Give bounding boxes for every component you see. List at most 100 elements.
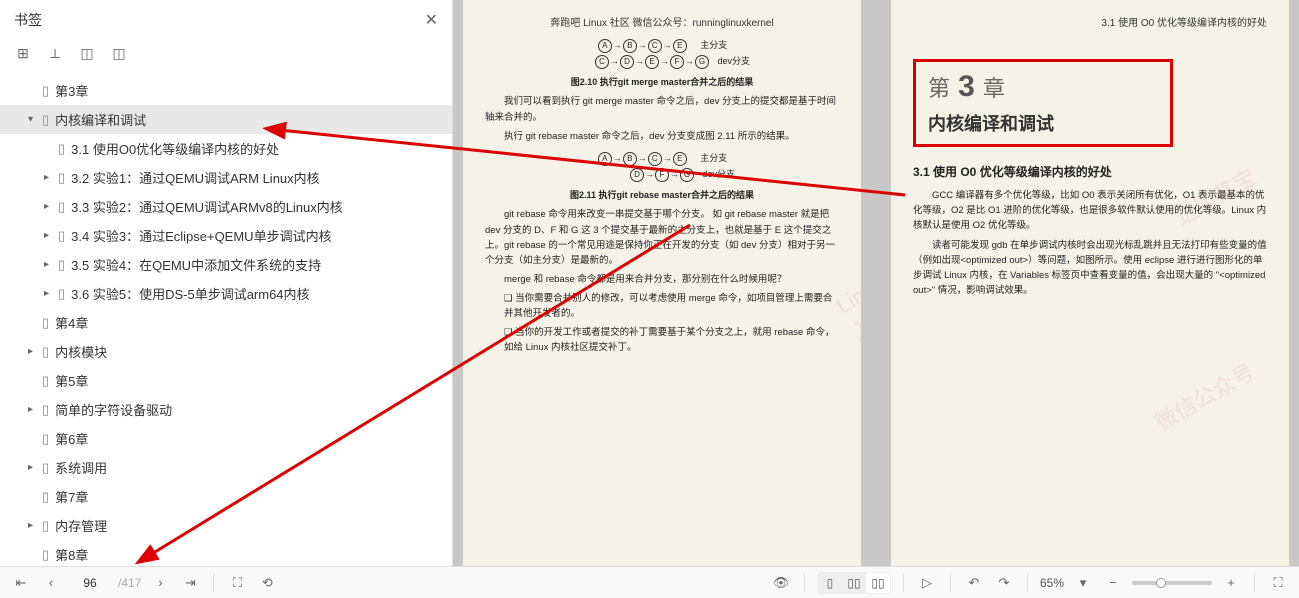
bookmark-icon: ▯ xyxy=(42,83,49,99)
chevron-icon[interactable]: ▸ xyxy=(28,520,42,531)
zoom-slider[interactable] xyxy=(1132,581,1212,585)
close-icon[interactable]: ✕ xyxy=(425,10,438,30)
pdf-viewport[interactable]: 奔跑吧 Linux 社区 微信公众号：runninglinuxkernel A→… xyxy=(453,0,1299,566)
bookmark-icon: ▯ xyxy=(58,228,65,244)
bookmark-icon: ▯ xyxy=(42,112,49,128)
bookmark-label: 系统调用 xyxy=(55,458,107,477)
chevron-icon[interactable]: ▸ xyxy=(28,346,42,357)
chevron-icon[interactable]: ▸ xyxy=(44,230,58,241)
first-page-icon[interactable]: ⇤ xyxy=(10,572,32,594)
bookmark-item[interactable]: ▯3.1 使用O0优化等级编译内核的好处 xyxy=(0,134,452,163)
reflow-icon[interactable]: ⟲ xyxy=(256,572,278,594)
bookmark-item[interactable]: ▾▯ 内核编译和调试 xyxy=(0,105,452,134)
bookmark-label: 内存管理 xyxy=(55,516,107,535)
bookmark-label: 3.6 实验5：使用DS-5单步调试arm64内核 xyxy=(71,284,309,303)
bookmark-label: 3.1 使用O0优化等级编译内核的好处 xyxy=(71,139,279,158)
bookmark-icon: ▯ xyxy=(42,547,49,563)
bookmark-label: 第8章 xyxy=(55,545,88,564)
sidebar-header: 书签 ✕ xyxy=(0,0,452,40)
bookmark-icon: ▯ xyxy=(42,489,49,505)
read-mode-icon[interactable]: 👁 xyxy=(770,572,792,594)
bookmark-icon: ▯ xyxy=(42,402,49,418)
zoom-dropdown-icon[interactable]: ▾ xyxy=(1072,572,1094,594)
rotate-left-icon[interactable]: ↶ xyxy=(963,572,985,594)
pdf-page-left: 奔跑吧 Linux 社区 微信公众号：runninglinuxkernel A→… xyxy=(463,0,861,566)
section-heading: 3.1 使用 O0 优化等级编译内核的好处 xyxy=(913,163,1267,180)
expand-icon[interactable]: ⟂ xyxy=(46,44,64,62)
sidebar-title: 书签 xyxy=(14,10,42,30)
chevron-icon[interactable]: ▸ xyxy=(28,462,42,473)
bookmark-label: 3.4 实验3：通过Eclipse+QEMU单步调试内核 xyxy=(71,226,331,245)
chapter-heading-box: 第 3 章 内核编译和调试 xyxy=(913,59,1173,147)
bookmark-label: 第6章 xyxy=(55,429,88,448)
last-page-icon[interactable]: ⇥ xyxy=(179,572,201,594)
bookmark-ribbons-icon[interactable]: ◫ xyxy=(110,44,128,62)
view-mode-group: ▯ ▯▯ ▯▯ xyxy=(817,572,891,594)
bookmark-item[interactable]: ▯ 第7章 xyxy=(0,482,452,511)
play-icon[interactable]: ▷ xyxy=(916,572,938,594)
rotate-right-icon[interactable]: ↷ xyxy=(993,572,1015,594)
bookmark-label: 内核模块 xyxy=(55,342,107,361)
zoom-level: 65% xyxy=(1040,576,1064,590)
bookmark-icon: ▯ xyxy=(42,460,49,476)
bookmark-icon: ▯ xyxy=(58,199,65,215)
diagram-210: A→B→C→E 主分支 C→D→E→F→G dev分支 xyxy=(485,37,839,69)
bookmark-tree: ▯第3章▾▯内核编译和调试▯3.1 使用O0优化等级编译内核的好处▸▯3.2 实… xyxy=(0,72,452,566)
bookmark-item[interactable]: ▸▯ 3.5 实验4：在QEMU中添加文件系统的支持 xyxy=(0,250,452,279)
watermark: 微信公众号 xyxy=(1148,355,1259,438)
bookmark-item[interactable]: ▯ 第3章 xyxy=(0,76,452,105)
fit-page-icon[interactable]: ⛶ xyxy=(226,572,248,594)
bookmark-item[interactable]: ▸▯ 3.6 实验5：使用DS-5单步调试arm64内核 xyxy=(0,279,452,308)
page-number-input[interactable] xyxy=(70,576,110,590)
continuous-icon[interactable]: ▯▯ xyxy=(842,573,866,593)
bookmark-icon: ▯ xyxy=(58,286,65,302)
bookmark-item[interactable]: ▸▯ 3.3 实验2：通过QEMU调试ARMv8的Linux内核 xyxy=(0,192,452,221)
diagram-211: A→B→C→E 主分支 D→F→G dev分支 xyxy=(485,150,839,182)
pdf-page-right: 3.1 使用 O0 优化等级编译内核的好处 第 3 章 内核编译和调试 3.1 … xyxy=(891,0,1289,566)
prev-page-icon[interactable]: ‹ xyxy=(40,572,62,594)
bookmark-icon: ▯ xyxy=(58,170,65,186)
bookmark-item[interactable]: ▸▯ 系统调用 xyxy=(0,453,452,482)
bottom-toolbar: ⇤ ‹ /417 › ⇥ ⛶ ⟲ 👁 ▯ ▯▯ ▯▯ ▷ ↶ ↷ 65% ▾ −… xyxy=(0,566,1299,598)
chevron-icon[interactable]: ▸ xyxy=(44,172,58,183)
sidebar-tools: ⊞ ⟂ ◫ ◫ xyxy=(0,40,452,72)
figure-caption: 图2.11 执行git rebase master合并之后的结果 xyxy=(485,188,839,201)
chevron-icon[interactable]: ▸ xyxy=(44,288,58,299)
page-total: /417 xyxy=(118,576,141,590)
chevron-icon[interactable]: ▾ xyxy=(28,114,42,125)
bookmark-label: 第3章 xyxy=(55,81,88,100)
bookmark-item[interactable]: ▯ 第6章 xyxy=(0,424,452,453)
bookmark-icon: ▯ xyxy=(58,257,65,273)
bookmark-item[interactable]: ▸▯简单的字符设备驱动 xyxy=(0,395,452,424)
chevron-icon[interactable]: ▸ xyxy=(44,259,58,270)
fullscreen-icon[interactable]: ⛶ xyxy=(1267,572,1289,594)
bookmark-label: 3.5 实验4：在QEMU中添加文件系统的支持 xyxy=(71,255,321,274)
bookmark-icon: ▯ xyxy=(42,315,49,331)
bookmark-item[interactable]: ▯ 第5章 xyxy=(0,366,452,395)
bookmark-label: 3.2 实验1：通过QEMU调试ARM Linux内核 xyxy=(71,168,320,187)
bookmark-ribbon-icon[interactable]: ◫ xyxy=(78,44,96,62)
zoom-out-icon[interactable]: − xyxy=(1102,572,1124,594)
zoom-in-icon[interactable]: + xyxy=(1220,572,1242,594)
bookmark-item[interactable]: ▸▯内核模块 xyxy=(0,337,452,366)
chevron-icon[interactable]: ▸ xyxy=(44,201,58,212)
bookmark-icon: ▯ xyxy=(42,373,49,389)
figure-caption: 图2.10 执行git merge master合并之后的结果 xyxy=(485,75,839,88)
bookmark-icon: ▯ xyxy=(42,431,49,447)
bookmark-icon: ▯ xyxy=(42,518,49,534)
page-header-left: 奔跑吧 Linux 社区 微信公众号：runninglinuxkernel xyxy=(485,14,839,29)
new-bookmark-icon[interactable]: ⊞ xyxy=(14,44,32,62)
bookmark-item[interactable]: ▸▯ 3.2 实验1：通过QEMU调试ARM Linux内核 xyxy=(0,163,452,192)
bookmark-label: 内核编译和调试 xyxy=(55,110,146,129)
bookmark-label: 第5章 xyxy=(55,371,88,390)
bookmark-item[interactable]: ▸▯ 内存管理 xyxy=(0,511,452,540)
bookmark-item[interactable]: ▯ 第8章 xyxy=(0,540,452,566)
bookmark-item[interactable]: ▯第4章 xyxy=(0,308,452,337)
single-page-icon[interactable]: ▯ xyxy=(818,573,842,593)
chevron-icon[interactable]: ▸ xyxy=(28,404,42,415)
bookmark-item[interactable]: ▸▯ 3.4 实验3：通过Eclipse+QEMU单步调试内核 xyxy=(0,221,452,250)
bookmark-label: 第7章 xyxy=(55,487,88,506)
facing-icon[interactable]: ▯▯ xyxy=(866,573,890,593)
bookmark-label: 3.3 实验2：通过QEMU调试ARMv8的Linux内核 xyxy=(71,197,343,216)
next-page-icon[interactable]: › xyxy=(149,572,171,594)
